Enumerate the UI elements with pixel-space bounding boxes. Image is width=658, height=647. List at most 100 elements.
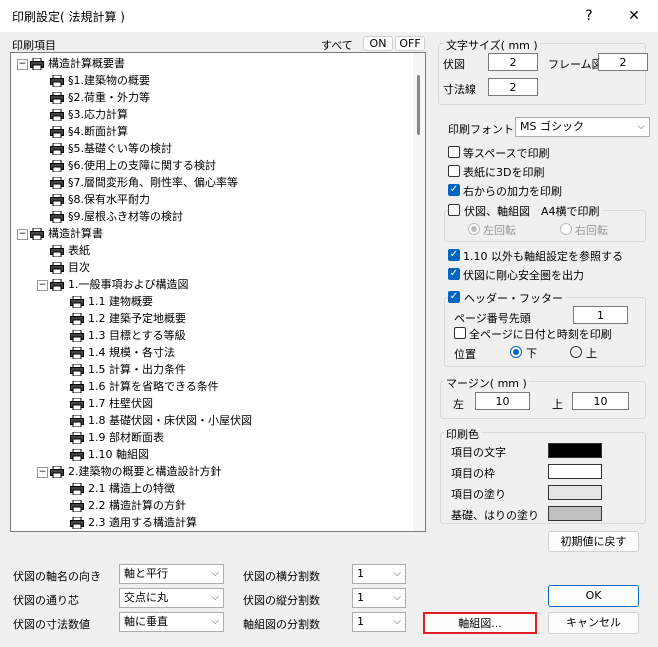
tree-item[interactable]: 1.4 規模・各寸法 bbox=[57, 344, 175, 361]
tree-item[interactable]: 目次 bbox=[37, 259, 90, 276]
printer-icon[interactable] bbox=[70, 329, 84, 343]
div-h-select[interactable]: 1 ⌵ bbox=[352, 564, 406, 584]
printer-icon[interactable] bbox=[70, 346, 84, 360]
collapse-icon[interactable]: − bbox=[17, 228, 28, 240]
right-load-checkbox[interactable]: ✓ bbox=[448, 184, 460, 196]
fuzu-size-input[interactable]: 2 bbox=[488, 53, 538, 71]
tree-item[interactable]: 1.3 目標とする等級 bbox=[57, 327, 186, 344]
printer-icon[interactable] bbox=[50, 159, 64, 173]
ok-button[interactable]: OK bbox=[548, 585, 639, 607]
tree-item[interactable]: − 構造計算書 bbox=[17, 225, 103, 242]
printer-icon[interactable] bbox=[50, 193, 64, 207]
printer-icon[interactable] bbox=[70, 363, 84, 377]
axis-div-select[interactable]: 1 ⌵ bbox=[352, 612, 406, 632]
color-swatch-button[interactable] bbox=[548, 464, 602, 479]
printer-icon[interactable] bbox=[70, 516, 84, 530]
axis-core-select[interactable]: 交点に丸 ⌵ bbox=[119, 588, 224, 608]
table-3d-checkbox[interactable] bbox=[448, 165, 460, 177]
all-on-button[interactable]: ON bbox=[363, 36, 393, 51]
tree-item[interactable]: 1.8 基礎伏図・床伏図・小屋伏図 bbox=[57, 412, 252, 429]
printer-icon[interactable] bbox=[50, 278, 64, 292]
collapse-icon[interactable]: − bbox=[17, 58, 28, 70]
close-icon[interactable]: ✕ bbox=[624, 6, 644, 26]
tree-item[interactable]: 1.2 建築予定地概要 bbox=[57, 310, 186, 327]
tree-item[interactable]: 2.2 構造計算の方針 bbox=[57, 497, 186, 514]
printer-icon[interactable] bbox=[30, 227, 44, 241]
tree-item[interactable]: §8.保有水平耐力 bbox=[37, 191, 150, 208]
printer-icon[interactable] bbox=[50, 108, 64, 122]
printer-icon[interactable] bbox=[50, 74, 64, 88]
printer-icon[interactable] bbox=[50, 125, 64, 139]
printer-icon[interactable] bbox=[50, 91, 64, 105]
collapse-icon[interactable]: − bbox=[37, 279, 48, 291]
tree-item[interactable]: 1.10 軸組図 bbox=[57, 446, 149, 463]
tree-item[interactable]: 1.5 計算・出力条件 bbox=[57, 361, 186, 378]
tree-item[interactable]: 1.7 柱壁伏図 bbox=[57, 395, 153, 412]
tree-item[interactable]: 1.6 計算を省略できる条件 bbox=[57, 378, 219, 395]
printer-icon[interactable] bbox=[50, 142, 64, 156]
position-top-radio[interactable] bbox=[570, 346, 582, 358]
dim-select[interactable]: 軸に垂直 ⌵ bbox=[119, 612, 224, 632]
rotate-left-radio[interactable] bbox=[468, 223, 480, 235]
printer-icon[interactable] bbox=[70, 397, 84, 411]
tree-item[interactable]: §1.建築物の概要 bbox=[37, 72, 150, 89]
print-font-select[interactable]: MS ゴシック ⌵ bbox=[515, 117, 650, 137]
tree-item[interactable]: 2.1 構造上の特徴 bbox=[57, 480, 175, 497]
printer-icon[interactable] bbox=[70, 312, 84, 326]
scroll-thumb[interactable] bbox=[417, 75, 420, 135]
tree-item[interactable]: 2.3 適用する構造計算 bbox=[57, 514, 197, 531]
color-swatch-button[interactable] bbox=[548, 506, 602, 521]
cancel-button[interactable]: キャンセル bbox=[548, 612, 639, 634]
all-off-button[interactable]: OFF bbox=[395, 36, 425, 51]
equal-space-checkbox[interactable] bbox=[448, 146, 460, 158]
tree-item[interactable]: − 2.建築物の概要と構造設計方針 bbox=[37, 463, 222, 480]
margin-left-input[interactable]: 10 bbox=[475, 392, 530, 410]
printer-icon[interactable] bbox=[70, 499, 84, 513]
frame-size-input[interactable]: 2 bbox=[598, 53, 648, 71]
div-v-select[interactable]: 1 ⌵ bbox=[352, 588, 406, 608]
rigid-circle-checkbox[interactable]: ✓ bbox=[448, 268, 460, 280]
tree-item[interactable]: §9.屋根ふき材等の検討 bbox=[37, 208, 183, 225]
collapse-icon[interactable]: − bbox=[37, 466, 48, 478]
header-footer-checkbox[interactable]: ✓ bbox=[448, 291, 460, 303]
printer-icon[interactable] bbox=[70, 482, 84, 496]
tree-item[interactable]: 1.9 部材断面表 bbox=[57, 429, 164, 446]
axis-diagram-button[interactable]: 軸組図... bbox=[423, 612, 537, 634]
tree-item[interactable]: − 構造計算概要書 bbox=[17, 55, 125, 72]
tree-item[interactable]: − 1.一般事項および構造図 bbox=[37, 276, 189, 293]
printer-icon[interactable] bbox=[70, 431, 84, 445]
printer-icon[interactable] bbox=[50, 261, 64, 275]
page-start-input[interactable]: 1 bbox=[573, 306, 628, 324]
reset-defaults-button[interactable]: 初期値に戻す bbox=[548, 531, 639, 552]
date-checkbox[interactable] bbox=[454, 327, 466, 339]
tree-item[interactable]: §6.使用上の支障に関する検討 bbox=[37, 157, 216, 174]
help-button[interactable]: ? bbox=[579, 6, 599, 26]
rotate-right-radio[interactable] bbox=[560, 223, 572, 235]
position-bottom-radio[interactable] bbox=[510, 346, 522, 358]
printer-icon[interactable] bbox=[30, 57, 44, 71]
tree-item[interactable]: §4.断面計算 bbox=[37, 123, 128, 140]
tree-scrollbar[interactable] bbox=[413, 53, 425, 531]
color-swatch-button[interactable] bbox=[548, 443, 602, 458]
tree-item[interactable]: 表紙 bbox=[37, 242, 90, 259]
printer-icon[interactable] bbox=[70, 448, 84, 462]
printer-icon[interactable] bbox=[50, 176, 64, 190]
sunpo-size-input[interactable]: 2 bbox=[488, 78, 538, 96]
tree-item[interactable]: §2.荷重・外力等 bbox=[37, 89, 150, 106]
a4-landscape-checkbox[interactable] bbox=[448, 204, 460, 216]
margin-top-input[interactable]: 10 bbox=[572, 392, 629, 410]
axis-dir-select[interactable]: 軸と平行 ⌵ bbox=[119, 564, 224, 584]
print-items-tree[interactable]: − 構造計算概要書 §1.建築物の概要 §2.荷重・外力等 §3.応力計算 §4.断面計算… bbox=[10, 52, 426, 532]
printer-icon[interactable] bbox=[50, 465, 64, 479]
tree-item[interactable]: §3.応力計算 bbox=[37, 106, 128, 123]
ref-axis-checkbox[interactable]: ✓ bbox=[448, 249, 460, 261]
tree-item[interactable]: §5.基礎ぐい等の検討 bbox=[37, 140, 172, 157]
printer-icon[interactable] bbox=[50, 244, 64, 258]
tree-item[interactable]: §7.層間変形角、剛性率、偏心率等 bbox=[37, 174, 238, 191]
printer-icon[interactable] bbox=[70, 380, 84, 394]
printer-icon[interactable] bbox=[50, 210, 64, 224]
color-swatch-button[interactable] bbox=[548, 485, 602, 500]
printer-icon[interactable] bbox=[70, 414, 84, 428]
tree-item[interactable]: 1.1 建物概要 bbox=[57, 293, 153, 310]
printer-icon[interactable] bbox=[70, 295, 84, 309]
